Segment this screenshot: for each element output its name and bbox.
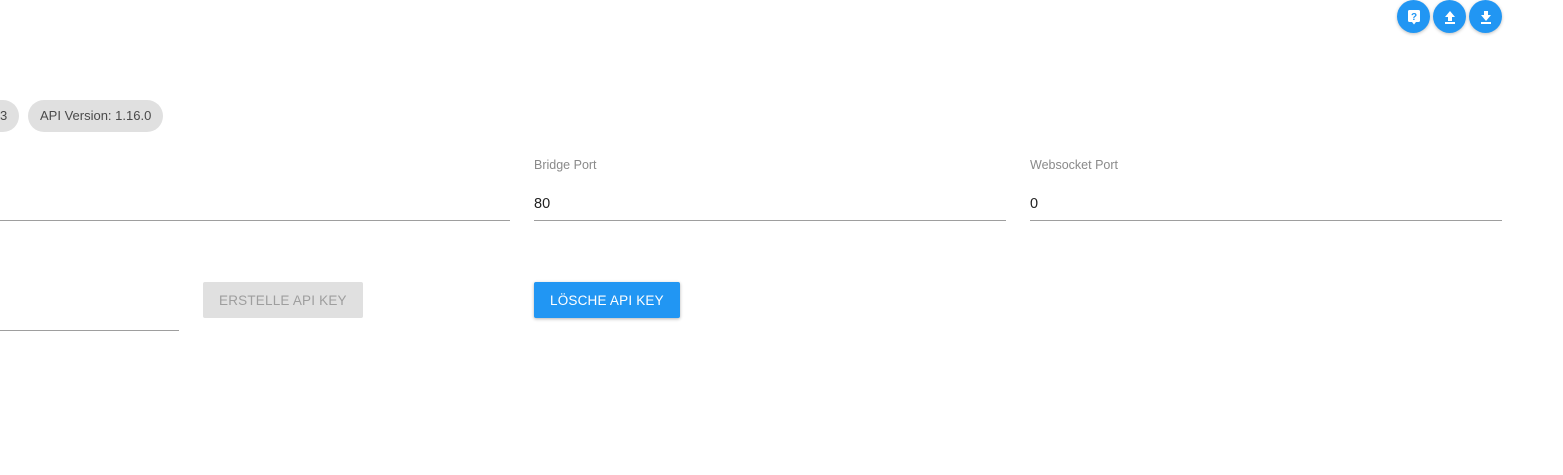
help-button[interactable]: ? — [1397, 0, 1430, 33]
unlabeled-field[interactable] — [0, 187, 510, 221]
upload-icon — [1442, 9, 1458, 25]
api-key-input[interactable] — [0, 297, 179, 331]
download-button[interactable] — [1469, 0, 1502, 33]
delete-api-key-button[interactable]: LÖSCHE API KEY — [534, 282, 680, 318]
help-icon: ? — [1406, 9, 1422, 25]
api-version-label: API Version: 1.16.0 — [40, 108, 152, 123]
svg-text:?: ? — [1410, 12, 1416, 23]
upload-button[interactable] — [1433, 0, 1466, 33]
settings-page: ? 3 API Version: 1.16.0 Bridge Port Webs… — [0, 0, 1563, 475]
bridge-port-input[interactable] — [534, 187, 1006, 221]
api-version-chip: API Version: 1.16.0 — [28, 100, 164, 132]
version-chip-partial: 3 — [0, 100, 19, 132]
create-api-key-button[interactable]: ERSTELLE API KEY — [203, 282, 363, 318]
bridge-port-label: Bridge Port — [534, 158, 597, 172]
websocket-port-input[interactable] — [1030, 187, 1502, 221]
download-icon — [1478, 9, 1494, 25]
version-chip-partial-label: 3 — [0, 108, 8, 123]
websocket-port-label: Websocket Port — [1030, 158, 1119, 172]
